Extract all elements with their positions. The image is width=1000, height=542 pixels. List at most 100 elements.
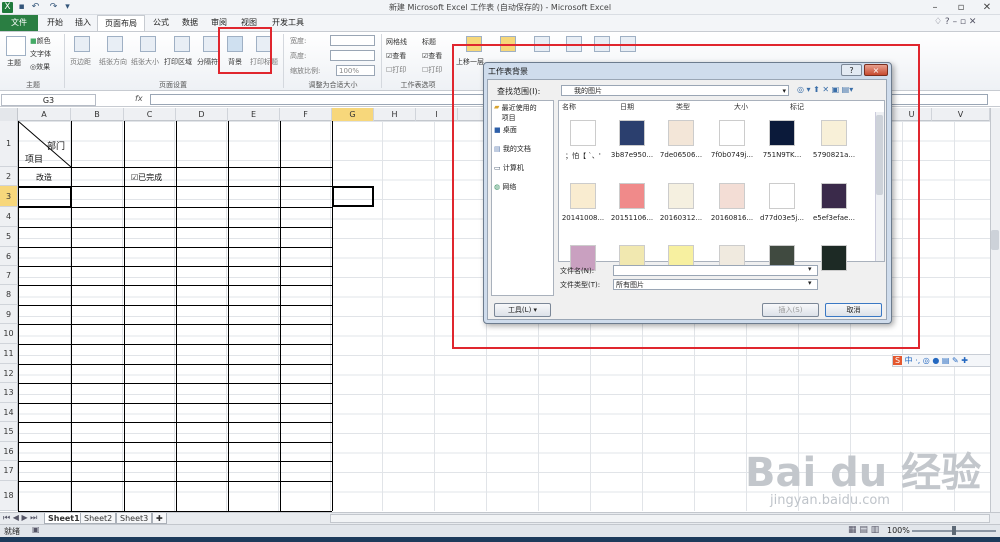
column-header[interactable]: D	[176, 108, 228, 121]
cell-a3[interactable]	[18, 186, 71, 207]
tab-page-layout[interactable]: 页面布局	[97, 15, 145, 32]
row-header[interactable]: 18	[0, 481, 18, 511]
themes-icon[interactable]	[6, 36, 26, 56]
effects-button[interactable]: ◎效果	[30, 62, 50, 72]
column-header[interactable]: F	[280, 108, 332, 121]
table-row-line	[18, 364, 332, 365]
close-window-button[interactable]: ✕	[974, 0, 1000, 15]
zoom-slider-handle[interactable]	[952, 526, 956, 535]
table-row-line	[18, 227, 332, 228]
table-row-line	[18, 383, 332, 384]
table-row-line	[18, 247, 332, 248]
column-header[interactable]: E	[228, 108, 280, 121]
height-label: 高度:	[290, 52, 307, 60]
tab-developer[interactable]: 开发工具	[268, 15, 308, 31]
active-cell-g3[interactable]	[332, 186, 374, 207]
size-button[interactable]: 纸张大小	[131, 57, 159, 67]
column-header-selected[interactable]: G	[332, 108, 374, 121]
cell-a2[interactable]: 改造	[36, 172, 52, 183]
row-header[interactable]: 12	[0, 364, 18, 383]
themes-button[interactable]: 主题	[7, 58, 21, 68]
restore-button[interactable]: ▫	[948, 0, 974, 15]
table-row-line	[18, 324, 332, 325]
table-row-line	[18, 305, 332, 306]
table-column-line	[280, 121, 281, 511]
table-row-line	[18, 422, 332, 423]
table-column-line	[71, 121, 72, 511]
margins-button[interactable]: 页边距	[70, 57, 91, 67]
row-header[interactable]: 11	[0, 344, 18, 364]
cell-c2-checkbox[interactable]: ☑已完成	[131, 172, 162, 183]
column-header[interactable]: B	[71, 108, 124, 121]
vertical-scrollbar[interactable]	[990, 108, 1000, 512]
sheet-tab-1[interactable]: Sheet1	[44, 513, 84, 524]
tab-home[interactable]: 开始	[42, 15, 68, 31]
headings-print-checkbox[interactable]: ☐打印	[422, 65, 442, 75]
horizontal-scrollbar[interactable]	[330, 514, 990, 523]
view-buttons[interactable]: ▦ ▤ ▥	[848, 525, 879, 535]
tab-data[interactable]: 数据	[177, 15, 203, 31]
gridlines-print-checkbox[interactable]: ☐打印	[386, 65, 406, 75]
sheet-tab-3[interactable]: Sheet3	[116, 513, 153, 524]
macro-record-icon[interactable]: ▣	[32, 525, 40, 534]
headings-view-checkbox[interactable]: ☑查看	[422, 51, 442, 61]
tab-insert[interactable]: 插入	[70, 15, 96, 31]
column-header[interactable]: V	[932, 108, 990, 121]
insert-sheet-icon[interactable]: ✚	[152, 513, 167, 524]
column-header[interactable]: H	[374, 108, 416, 121]
scroll-thumb[interactable]	[991, 230, 999, 250]
row-header[interactable]: 14	[0, 403, 18, 422]
group-sheet-options-label: 工作表选项	[400, 81, 436, 89]
orientation-button[interactable]: 纸张方向	[99, 57, 127, 67]
table-row-line	[18, 481, 332, 482]
group-scale-label: 调整为合适大小	[308, 81, 358, 89]
status-ready: 就绪	[4, 527, 20, 536]
table-row-line	[18, 207, 332, 208]
table-border	[18, 121, 332, 511]
select-all-corner[interactable]	[0, 108, 18, 121]
row-header[interactable]: 17	[0, 461, 18, 481]
row-header[interactable]: 8	[0, 285, 18, 305]
zoom-level[interactable]: 100%	[887, 526, 910, 535]
column-header[interactable]: C	[124, 108, 176, 121]
row-header[interactable]: 7	[0, 266, 18, 285]
gridlines-view-checkbox[interactable]: ☑查看	[386, 51, 406, 61]
height-select[interactable]	[330, 50, 375, 61]
name-box[interactable]: G3	[1, 94, 96, 106]
width-select[interactable]	[330, 35, 375, 46]
tab-formulas[interactable]: 公式	[148, 15, 174, 31]
row-header[interactable]: 5	[0, 227, 18, 247]
sheet-tab-2[interactable]: Sheet2	[80, 513, 117, 524]
minimize-button[interactable]: –	[922, 0, 948, 15]
sogou-icon: S	[893, 356, 903, 365]
margins-icon	[74, 36, 90, 52]
row-header[interactable]: 4	[0, 207, 18, 227]
size-icon	[140, 36, 156, 52]
table-column-line	[332, 121, 333, 511]
group-theme-label: 主题	[26, 81, 40, 89]
sheet-nav-arrows[interactable]: ⏮ ◀ ▶ ⏭	[3, 513, 37, 523]
row-header[interactable]: 1	[0, 121, 18, 167]
ime-toolbar[interactable]: S 中 ·, ◎ ● ▤ ✎ ✚	[892, 354, 998, 367]
breaks-icon	[203, 36, 219, 52]
scale-input[interactable]: 100%	[336, 65, 375, 76]
row-header[interactable]: 16	[0, 442, 18, 461]
row-header[interactable]: 9	[0, 305, 18, 324]
separator	[64, 34, 65, 88]
breaks-button[interactable]: 分隔符	[197, 57, 218, 67]
fonts-button[interactable]: 文字体	[30, 49, 51, 59]
row-header[interactable]: 6	[0, 247, 18, 266]
column-header[interactable]: A	[18, 108, 71, 121]
table-row-line	[18, 344, 332, 345]
row-header[interactable]: 3	[0, 186, 18, 207]
ribbon-right-icons[interactable]: ♢ ? – ▫ ✕	[934, 17, 976, 27]
row-header[interactable]: 15	[0, 422, 18, 442]
row-header[interactable]: 13	[0, 383, 18, 403]
watermark-brand: Bai du 经验	[745, 450, 982, 496]
row-header[interactable]: 2	[0, 167, 18, 186]
fx-icon[interactable]: fx	[135, 94, 143, 103]
row-header[interactable]: 10	[0, 324, 18, 344]
colors-button[interactable]: ■颜色	[30, 36, 51, 46]
tab-file[interactable]: 文件	[0, 15, 38, 31]
print-area-button[interactable]: 打印区域	[164, 57, 192, 67]
